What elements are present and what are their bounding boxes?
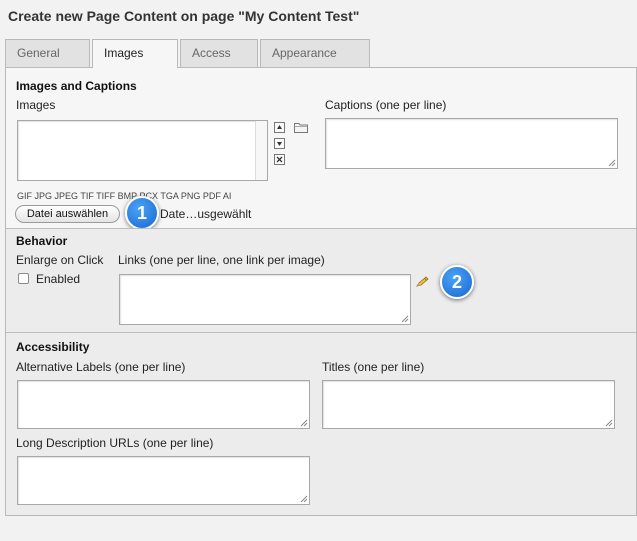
enabled-checkbox[interactable] xyxy=(18,273,29,284)
tab-access[interactable]: Access xyxy=(180,39,258,67)
accessibility-section: Accessibility Alternative Labels (one pe… xyxy=(6,333,636,515)
tab-label: General xyxy=(17,46,60,60)
callout-badge-2: 2 xyxy=(440,265,474,299)
captions-textarea[interactable] xyxy=(325,118,618,169)
tab-label: Images xyxy=(104,46,144,60)
alternative-labels-label: Alternative Labels (one per line) xyxy=(16,360,186,374)
links-textarea[interactable] xyxy=(119,274,411,325)
move-up-icon[interactable] xyxy=(274,122,285,133)
section-heading-accessibility: Accessibility xyxy=(16,340,90,354)
resize-grip-icon[interactable] xyxy=(400,314,409,323)
images-label: Images xyxy=(16,98,56,112)
section-heading-images: Images and Captions xyxy=(16,79,137,93)
titles-label: Titles (one per line) xyxy=(322,360,425,374)
tab-images[interactable]: Images xyxy=(92,39,178,68)
move-down-icon[interactable] xyxy=(274,138,285,149)
folder-icon[interactable] xyxy=(294,122,308,136)
allowed-file-types: GIF JPG JPEG TIF TIFF BMP PCX TGA PNG PD… xyxy=(17,191,232,201)
tab-label: Access xyxy=(192,46,231,60)
captions-label: Captions (one per line) xyxy=(325,98,447,112)
file-status-text: Date…usgewählt xyxy=(160,207,252,221)
remove-icon[interactable] xyxy=(274,154,285,165)
link-wizard-icon[interactable] xyxy=(416,276,430,291)
enabled-label: Enabled xyxy=(36,272,81,286)
alternative-labels-textarea[interactable] xyxy=(17,380,310,429)
tab-label: Appearance xyxy=(272,46,337,60)
choose-file-button[interactable]: Datei auswählen xyxy=(15,205,120,223)
callout-badge-1: 1 xyxy=(125,196,159,230)
links-label: Links (one per line, one link per image) xyxy=(118,253,325,267)
images-list-scrollbar[interactable] xyxy=(255,121,267,180)
section-heading-behavior: Behavior xyxy=(16,234,68,248)
long-description-urls-label: Long Description URLs (one per line) xyxy=(16,436,214,450)
images-captions-section: Images and Captions Images Captions (one… xyxy=(6,68,636,230)
tab-appearance[interactable]: Appearance xyxy=(260,39,370,67)
enlarge-on-click-label: Enlarge on Click xyxy=(16,253,104,267)
tab-panel-images: Images and Captions Images Captions (one… xyxy=(5,67,637,516)
titles-textarea[interactable] xyxy=(322,380,615,429)
tab-general[interactable]: General xyxy=(5,39,90,67)
resize-grip-icon[interactable] xyxy=(299,494,308,503)
behavior-section: Behavior Enlarge on Click Enabled Links … xyxy=(6,229,636,329)
resize-grip-icon[interactable] xyxy=(604,418,613,427)
images-list[interactable] xyxy=(17,120,268,181)
resize-grip-icon[interactable] xyxy=(299,418,308,427)
long-description-urls-textarea[interactable] xyxy=(17,456,310,505)
page-title: Create new Page Content on page "My Cont… xyxy=(8,8,360,24)
resize-grip-icon[interactable] xyxy=(607,158,616,167)
